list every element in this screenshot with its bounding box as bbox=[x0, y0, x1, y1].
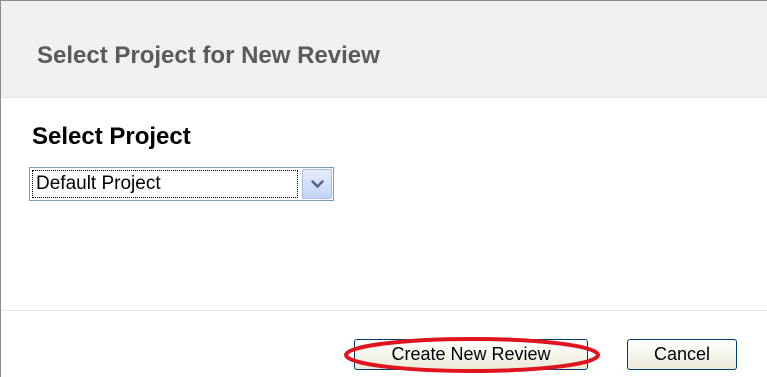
dialog-header: Select Project for New Review bbox=[1, 1, 767, 98]
select-project-label: Select Project bbox=[32, 123, 191, 150]
cancel-button[interactable]: Cancel bbox=[627, 339, 737, 370]
select-dropdown-button[interactable] bbox=[302, 169, 332, 199]
create-new-review-button[interactable]: Create New Review bbox=[354, 339, 588, 370]
dialog-title: Select Project for New Review bbox=[37, 42, 380, 69]
project-select-value: Default Project bbox=[32, 170, 298, 198]
footer-divider bbox=[1, 310, 767, 311]
project-select[interactable]: Default Project bbox=[29, 167, 334, 201]
chevron-down-icon bbox=[311, 180, 324, 188]
new-review-dialog: Select Project for New Review Select Pro… bbox=[0, 0, 767, 377]
